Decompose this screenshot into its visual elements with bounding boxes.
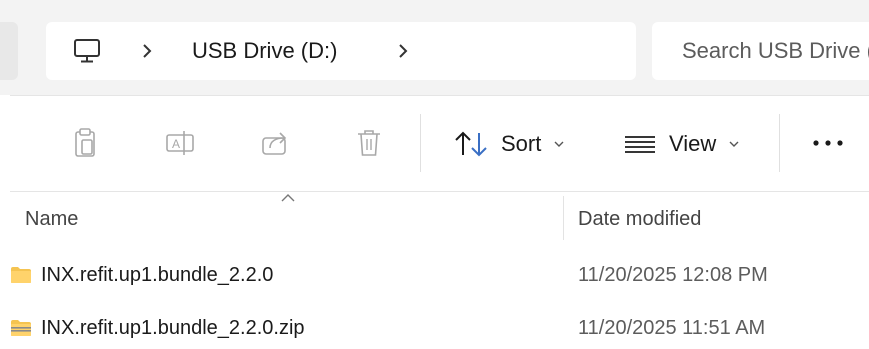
sort-button[interactable]: Sort [453,124,565,164]
search-placeholder: Search USB Drive (D:) [682,38,869,63]
file-row[interactable]: INX.refit.up1.bundle_2.2.0.zip 11/20/202… [0,309,869,349]
file-date-modified: 11/20/2025 12:08 PM [578,264,768,286]
address-bar[interactable]: USB Drive (D:) [46,22,636,80]
file-date-modified: 11/20/2025 11:51 AM [578,317,766,339]
back-nav-area[interactable] [0,22,18,80]
view-icon [625,136,655,153]
sort-ascending-icon [281,194,295,202]
zip-folder-icon [11,320,31,336]
folder-icon [11,267,31,283]
view-button[interactable]: View [623,124,740,164]
column-header-date-modified[interactable]: Date modified [578,207,701,231]
file-name[interactable]: INX.refit.up1.bundle_2.2.0 [41,263,273,287]
chevron-down-icon [729,141,739,147]
file-row[interactable]: INX.refit.up1.bundle_2.2.0 11/20/2025 12… [0,256,869,296]
search-input[interactable]: Search USB Drive (D:) [652,22,869,80]
command-bar: A Sort View [0,96,869,191]
sort-label: Sort [501,131,542,156]
share-icon[interactable] [258,126,292,160]
file-name[interactable]: INX.refit.up1.bundle_2.2.0.zip [41,316,305,340]
toolbar-separator [420,114,421,172]
column-resize-handle[interactable] [563,196,564,240]
delete-icon[interactable] [352,126,386,160]
rename-icon[interactable]: A [163,126,197,160]
computer-icon[interactable] [72,36,102,66]
copy-icon[interactable] [68,126,102,160]
column-header-name[interactable]: Name [25,207,78,231]
view-label: View [669,131,717,156]
chevron-right-icon[interactable] [396,41,410,61]
more-options-icon[interactable] [806,128,850,158]
divider [10,191,869,192]
chevron-down-icon [554,141,564,147]
breadcrumb-usb-drive[interactable]: USB Drive (D:) [192,38,337,64]
chevron-right-icon[interactable] [140,41,154,61]
sort-icon [455,131,487,157]
svg-text:A: A [172,137,180,151]
toolbar-separator [779,114,780,172]
